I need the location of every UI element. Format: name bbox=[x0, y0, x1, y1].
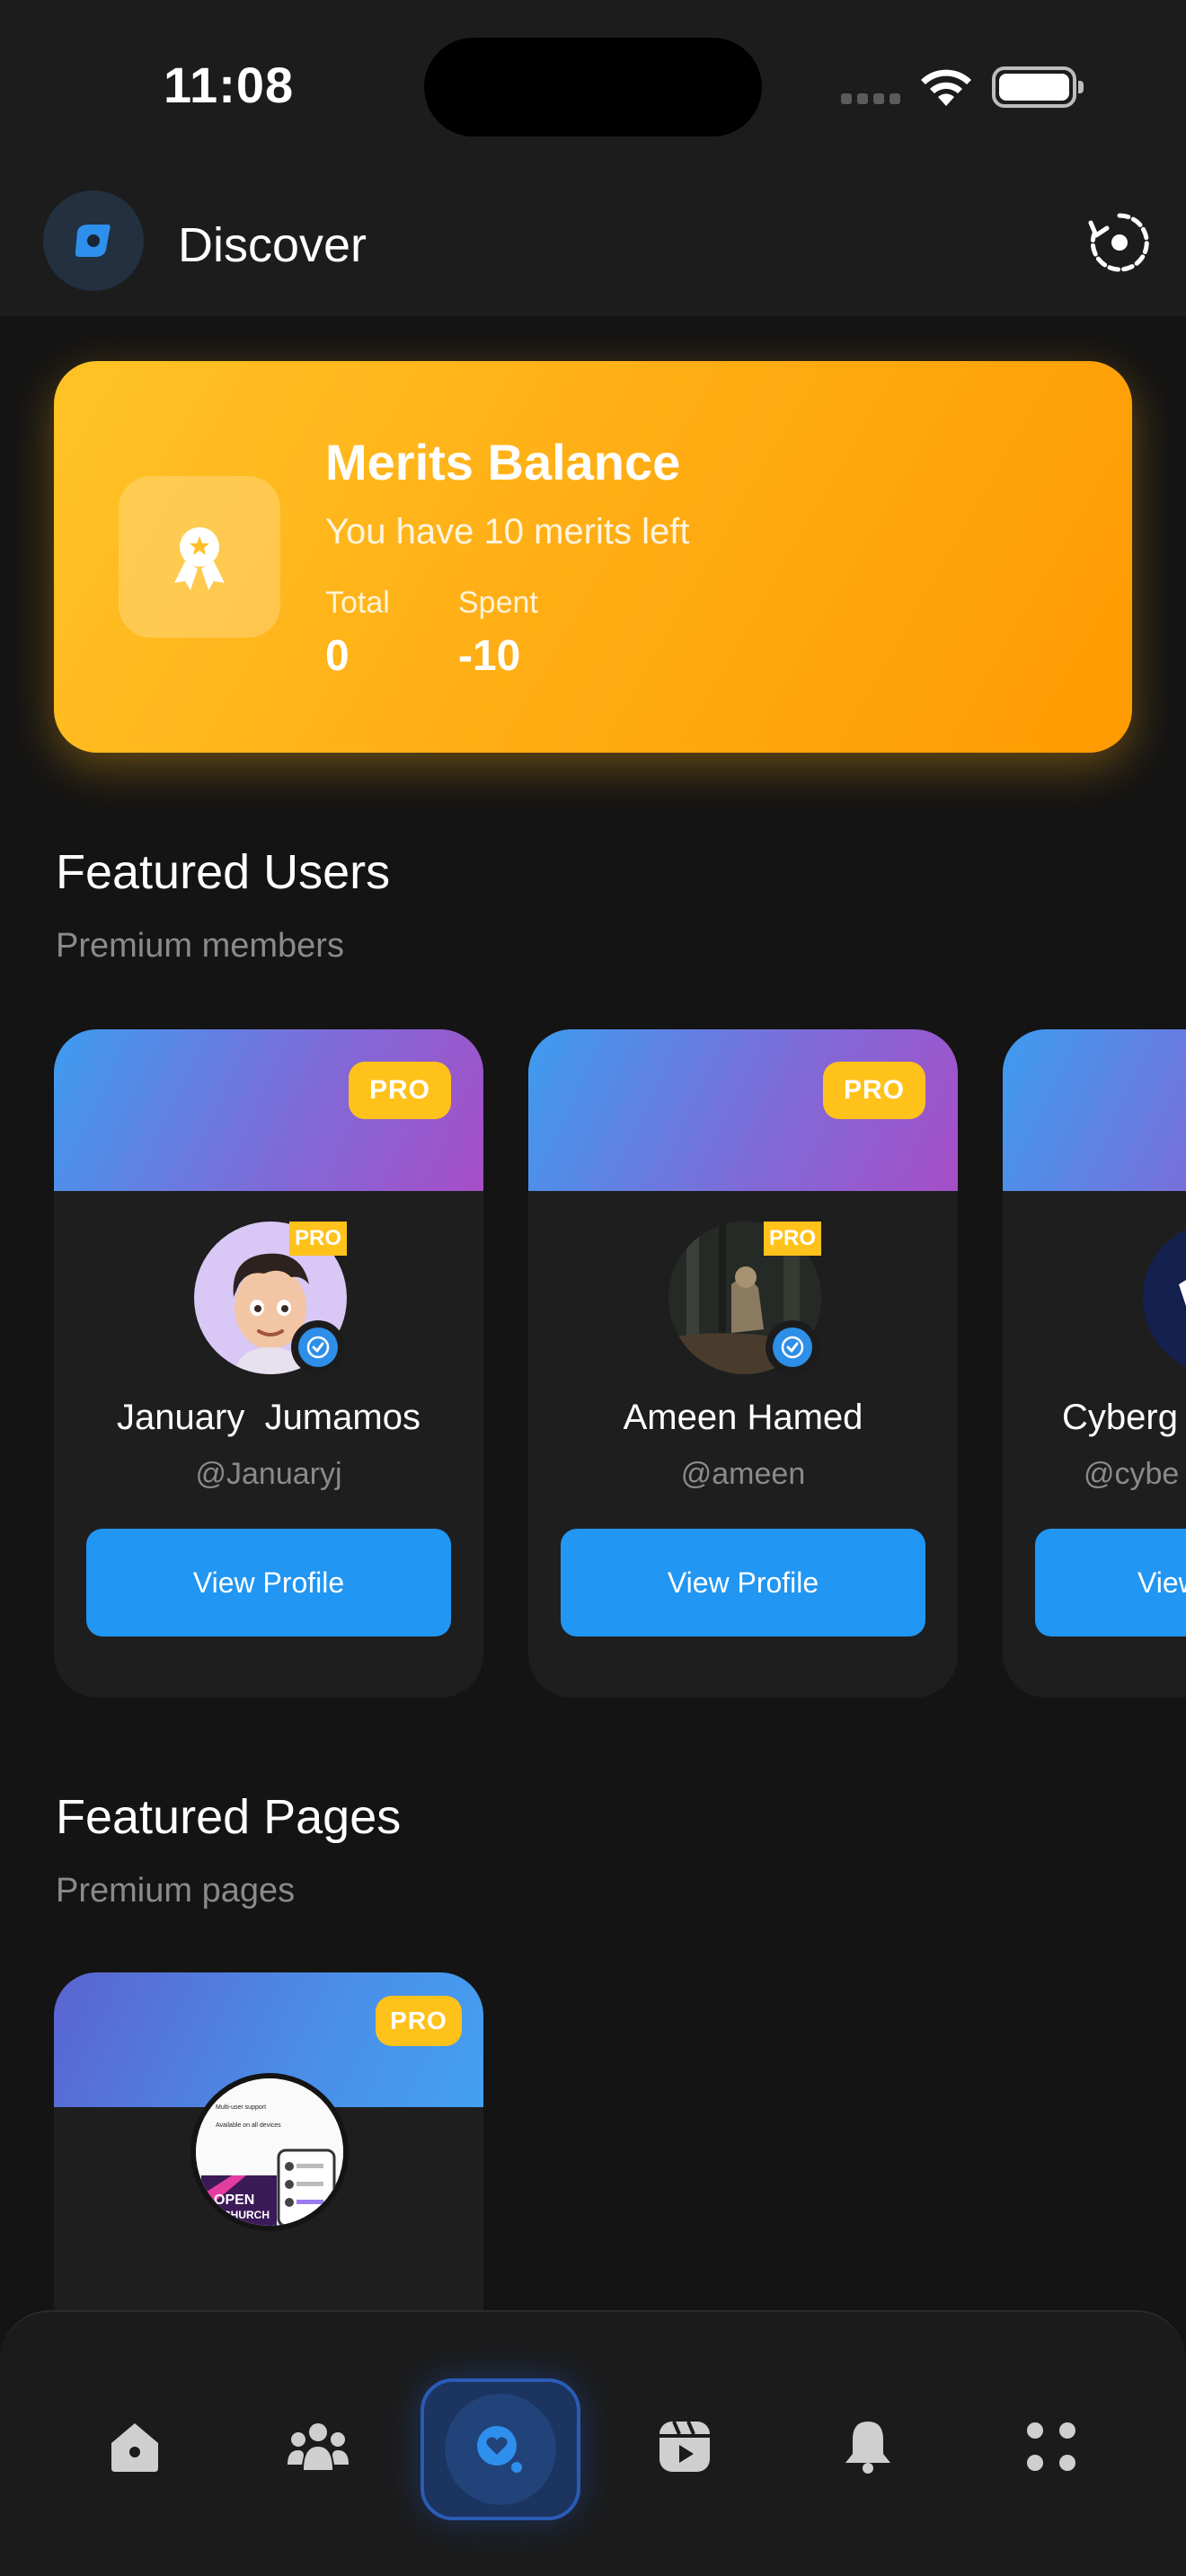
avatar[interactable]: PRO bbox=[194, 1222, 347, 1374]
status-time: 11:08 bbox=[164, 57, 295, 113]
merits-balance-card[interactable]: Merits Balance You have 10 merits left T… bbox=[54, 361, 1132, 753]
page-preview-text-3: OPEN bbox=[214, 2192, 254, 2208]
view-profile-button[interactable]: View Profile bbox=[561, 1529, 925, 1636]
cyber-logo-avatar-image bbox=[1143, 1222, 1186, 1374]
groups-icon[interactable] bbox=[268, 2396, 368, 2497]
page-preview-text-1: Multi-user support bbox=[216, 2104, 266, 2111]
page-avatar[interactable]: Multi-user support Available on all devi… bbox=[190, 2073, 349, 2231]
merits-title: Merits Balance bbox=[325, 434, 681, 490]
merits-subtitle: You have 10 merits left bbox=[325, 512, 690, 551]
refresh-icon[interactable] bbox=[1087, 210, 1152, 275]
user-handle: @Januaryj bbox=[195, 1457, 342, 1491]
featured-users-title: Featured Users bbox=[56, 845, 391, 899]
merits-total-value: 0 bbox=[325, 632, 350, 680]
avatar[interactable] bbox=[1143, 1222, 1186, 1374]
card-banner bbox=[1003, 1029, 1186, 1191]
merits-total-label: Total bbox=[325, 586, 390, 620]
page-preview-text-4: CHURCH bbox=[223, 2209, 270, 2221]
status-bar: 11:08 bbox=[0, 0, 1186, 171]
pro-badge: PRO bbox=[376, 1996, 462, 2046]
user-card[interactable]: PRO PRO January Jumamos @Januaryj View P… bbox=[54, 1029, 483, 1698]
merits-spent-label: Spent bbox=[458, 586, 538, 620]
bottom-nav bbox=[0, 2310, 1186, 2576]
avatar[interactable]: PRO bbox=[668, 1222, 821, 1374]
menu-icon[interactable] bbox=[1001, 2396, 1102, 2497]
merits-spent-value: -10 bbox=[458, 632, 521, 680]
pro-badge: PRO bbox=[349, 1062, 451, 1119]
verified-icon bbox=[291, 1320, 345, 1374]
battery-icon bbox=[992, 66, 1084, 108]
notifications-icon[interactable] bbox=[818, 2396, 918, 2497]
user-name: Ameen Hamed bbox=[623, 1398, 863, 1437]
home-icon[interactable] bbox=[84, 2396, 185, 2497]
mini-pro-badge: PRO bbox=[289, 1222, 347, 1256]
user-card[interactable]: Cyberg @cybe View bbox=[1003, 1029, 1186, 1698]
mini-pro-badge: PRO bbox=[764, 1222, 821, 1256]
reels-icon[interactable] bbox=[634, 2396, 735, 2497]
signal-icon bbox=[841, 93, 900, 104]
app-header: Discover bbox=[0, 171, 1186, 316]
merits-spent: Spent -10 bbox=[458, 586, 538, 681]
merits-total: Total 0 bbox=[325, 586, 390, 681]
page-title: Discover bbox=[178, 218, 367, 272]
featured-pages-title: Featured Pages bbox=[56, 1790, 402, 1844]
featured-users-subtitle: Premium members bbox=[56, 927, 344, 965]
discover-icon[interactable] bbox=[420, 2378, 580, 2520]
verified-icon bbox=[766, 1320, 819, 1374]
view-profile-button[interactable]: View Profile bbox=[86, 1529, 451, 1636]
pro-badge: PRO bbox=[823, 1062, 925, 1119]
page-preview-image: Multi-user support Available on all devi… bbox=[196, 2078, 343, 2226]
user-card[interactable]: PRO PRO Ameen Hamed @ameen View Profile bbox=[528, 1029, 958, 1698]
user-name: Cyberg bbox=[1062, 1398, 1178, 1437]
view-profile-button[interactable]: View bbox=[1035, 1529, 1186, 1636]
wifi-icon bbox=[921, 69, 971, 106]
page-card[interactable]: PRO Multi-user support Available on all … bbox=[54, 1972, 483, 2350]
featured-pages-subtitle: Premium pages bbox=[56, 1872, 296, 1910]
award-icon bbox=[119, 476, 280, 638]
user-handle: @ameen bbox=[680, 1457, 806, 1491]
compass-icon[interactable] bbox=[43, 190, 144, 291]
dynamic-island bbox=[424, 38, 762, 137]
user-name: January Jumamos bbox=[117, 1398, 420, 1437]
user-handle: @cybe bbox=[1084, 1457, 1180, 1491]
page-preview-text-2: Available on all devices bbox=[216, 2122, 281, 2129]
discover-screen: 11:08 Discover Merits Balance You have 1… bbox=[0, 0, 1186, 2576]
